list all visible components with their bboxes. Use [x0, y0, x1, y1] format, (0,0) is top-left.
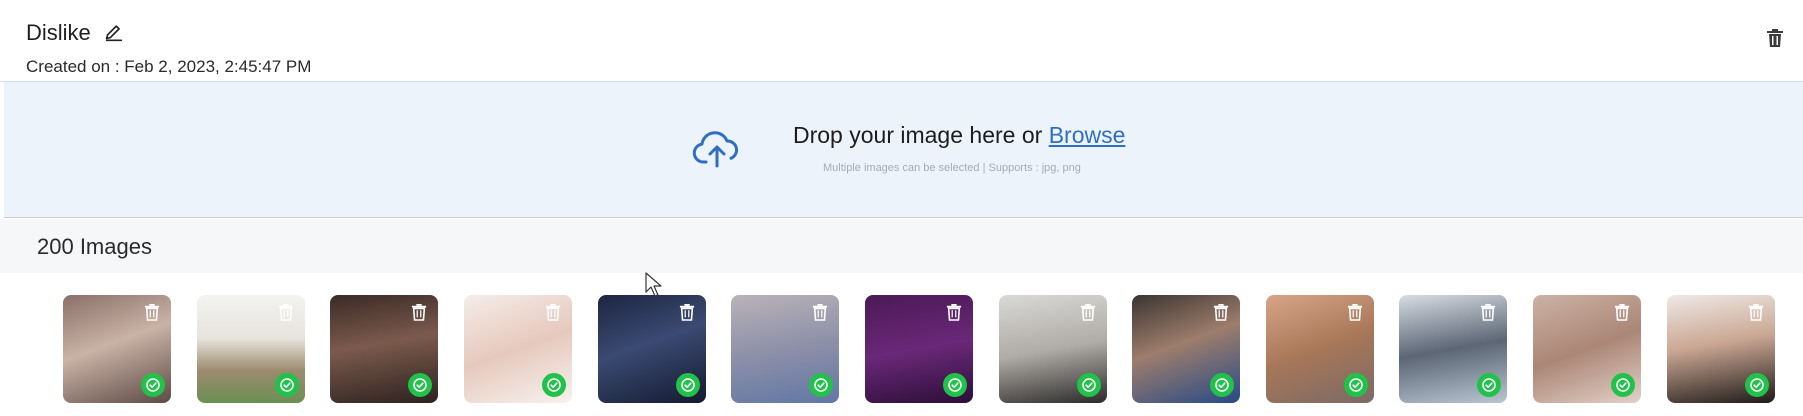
- image-count: 200 Images: [37, 234, 152, 259]
- image-thumbnail[interactable]: [63, 295, 171, 403]
- trash-icon[interactable]: [943, 301, 965, 323]
- check-circle-icon: [1611, 373, 1635, 397]
- check-circle-icon: [1077, 373, 1101, 397]
- trash-icon[interactable]: [408, 301, 430, 323]
- trash-icon[interactable]: [676, 301, 698, 323]
- title-row: Dislike: [26, 20, 127, 46]
- drop-prompt: Drop your image here or Browse: [793, 122, 1125, 149]
- check-circle-icon: [408, 373, 432, 397]
- trash-icon[interactable]: [141, 301, 163, 323]
- cloud-upload-icon: [692, 130, 742, 170]
- trash-icon[interactable]: [1611, 301, 1633, 323]
- image-gallery: [0, 273, 1803, 416]
- trash-icon[interactable]: [275, 301, 297, 323]
- dataset-title: Dislike: [26, 20, 91, 45]
- check-circle-icon: [141, 373, 165, 397]
- trash-icon[interactable]: [1745, 301, 1767, 323]
- upload-hint: Multiple images can be selected | Suppor…: [823, 162, 1081, 174]
- image-thumbnail[interactable]: [731, 295, 839, 403]
- check-circle-icon: [676, 373, 700, 397]
- check-circle-icon: [1477, 373, 1501, 397]
- image-thumbnail[interactable]: [330, 295, 438, 403]
- pencil-icon[interactable]: [101, 20, 127, 46]
- trash-icon[interactable]: [1077, 301, 1099, 323]
- image-thumbnail[interactable]: [1667, 295, 1775, 403]
- check-circle-icon: [275, 373, 299, 397]
- image-thumbnail[interactable]: [197, 295, 305, 403]
- image-thumbnail[interactable]: [598, 295, 706, 403]
- image-thumbnail[interactable]: [464, 295, 572, 403]
- browse-link[interactable]: Browse: [1049, 122, 1126, 148]
- image-thumbnail[interactable]: [865, 295, 973, 403]
- image-dropzone[interactable]: Drop your image here or Browse Multiple …: [4, 82, 1803, 218]
- image-thumbnail[interactable]: [1132, 295, 1240, 403]
- check-circle-icon: [542, 373, 566, 397]
- drop-prompt-text: Drop your image here or: [793, 122, 1049, 148]
- created-date: Created on : Feb 2, 2023, 2:45:47 PM: [26, 57, 312, 76]
- trash-icon[interactable]: [809, 301, 831, 323]
- check-circle-icon: [809, 373, 833, 397]
- trash-icon[interactable]: [1477, 301, 1499, 323]
- image-thumbnail[interactable]: [999, 295, 1107, 403]
- trash-icon[interactable]: [1210, 301, 1232, 323]
- image-count-bar: 200 Images: [0, 219, 1803, 273]
- check-circle-icon: [1745, 373, 1769, 397]
- image-thumbnail[interactable]: [1533, 295, 1641, 403]
- trash-icon[interactable]: [1763, 26, 1787, 50]
- image-thumbnail[interactable]: [1266, 295, 1374, 403]
- trash-icon[interactable]: [1344, 301, 1366, 323]
- dataset-header: Dislike Created on : Feb 2, 2023, 2:45:4…: [0, 0, 1803, 82]
- image-thumbnail[interactable]: [1399, 295, 1507, 403]
- check-circle-icon: [943, 373, 967, 397]
- trash-icon[interactable]: [542, 301, 564, 323]
- mouse-cursor-icon: [645, 272, 663, 298]
- check-circle-icon: [1210, 373, 1234, 397]
- check-circle-icon: [1344, 373, 1368, 397]
